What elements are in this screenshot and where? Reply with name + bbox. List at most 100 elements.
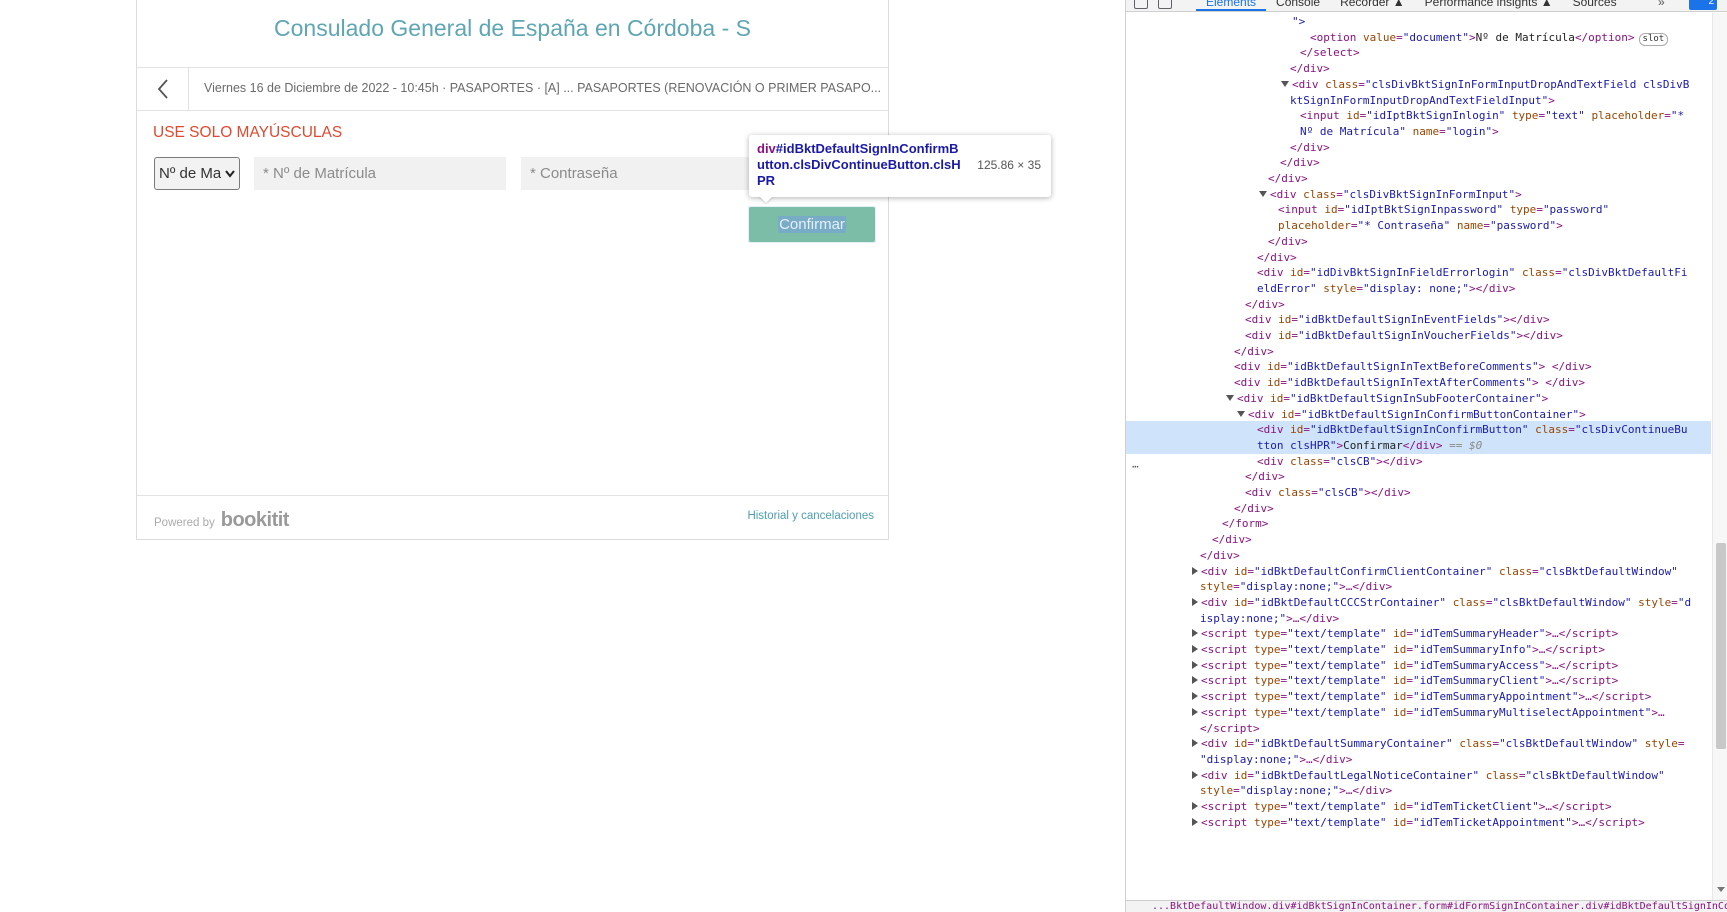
dom-node-line[interactable]: </div> xyxy=(1126,500,1711,517)
chevron-left-icon xyxy=(157,79,168,99)
dom-node-line[interactable]: <div id="idBktDefaultConfirmClientContai… xyxy=(1126,563,1711,580)
dom-node-line[interactable]: <div class="clsCB"></div> xyxy=(1126,484,1711,501)
dom-node-line[interactable]: <script type="text/template" id="idTemSu… xyxy=(1126,704,1711,721)
dom-node-line[interactable]: <div class="clsDivBktSignInFormInput"> xyxy=(1126,186,1711,203)
dom-node-line[interactable]: style="display:none;">…</div> xyxy=(1126,578,1711,595)
dom-node-line[interactable]: <div id="idBktDefaultSignInConfirmButton… xyxy=(1126,421,1711,439)
dom-node-line[interactable]: </div> xyxy=(1126,468,1711,485)
devtools-toolbar: Elements Console Recorder ▲ Performance … xyxy=(1126,0,1727,12)
dom-node-line[interactable]: </select> xyxy=(1126,44,1711,61)
collapse-triangle-icon[interactable] xyxy=(1226,394,1234,401)
history-cancellations-link[interactable]: Historial y cancelaciones xyxy=(747,510,874,522)
expand-triangle-icon[interactable] xyxy=(1192,597,1198,606)
expand-triangle-icon[interactable] xyxy=(1192,645,1198,653)
expand-triangle-icon[interactable] xyxy=(1192,739,1198,748)
expand-triangle-icon[interactable] xyxy=(1192,660,1198,669)
dom-node-line[interactable]: <div id="idBktDefaultSignInEventFields">… xyxy=(1126,311,1711,328)
login-input[interactable] xyxy=(254,157,506,190)
expand-triangle-icon[interactable] xyxy=(1192,707,1198,716)
expand-triangle-icon[interactable] xyxy=(1192,770,1198,779)
collapse-triangle-icon[interactable] xyxy=(1281,80,1289,87)
dom-node-line[interactable]: </div> xyxy=(1126,547,1711,564)
dom-node-line[interactable]: Nº de Matrícula" name="login"> xyxy=(1126,123,1711,140)
dom-node-line[interactable]: </div> xyxy=(1126,170,1711,187)
confirm-button[interactable]: Confirmar xyxy=(749,207,875,242)
dom-node-line[interactable]: <script type="text/template" id="idTemSu… xyxy=(1126,625,1711,642)
expand-triangle-icon[interactable] xyxy=(1192,676,1198,685)
dom-node-line[interactable]: </div> xyxy=(1126,343,1711,360)
dom-node-line[interactable]: <div id="idBktDefaultSignInConfirmButton… xyxy=(1126,406,1711,423)
tab-performance-insights[interactable]: Performance insights ▲ xyxy=(1415,0,1563,11)
dom-node-line[interactable]: <div id="idBktDefaultSummaryContainer" c… xyxy=(1126,735,1711,752)
expand-triangle-icon[interactable] xyxy=(1192,817,1198,826)
bookitit-logo[interactable]: bookitit xyxy=(221,509,290,532)
dom-node-line[interactable]: <script type="text/template" id="idTemSu… xyxy=(1126,657,1711,674)
collapse-triangle-icon[interactable] xyxy=(1259,190,1267,197)
dom-node-line[interactable]: <input id="idIptBktSignInlogin" type="te… xyxy=(1126,107,1711,124)
collapse-triangle-icon[interactable] xyxy=(1237,410,1245,417)
document-type-value: Nº de Matrícula xyxy=(159,165,221,182)
dom-node-line[interactable]: placeholder="* Contraseña" name="passwor… xyxy=(1126,217,1711,234)
dom-node-line[interactable]: eldError" style="display: none;"></div> xyxy=(1126,280,1711,297)
appointment-info-bar: Viernes 16 de Diciembre de 2022 - 10:45h… xyxy=(137,68,888,110)
tab-recorder[interactable]: Recorder ▲ xyxy=(1330,0,1415,11)
dom-node-line[interactable]: isplay:none;">…</div> xyxy=(1126,610,1711,627)
dom-node-line[interactable]: <div id="idDivBktSignInFieldErrorlogin" … xyxy=(1126,264,1711,281)
expand-triangle-icon[interactable] xyxy=(1192,802,1198,810)
divider xyxy=(137,110,888,111)
dom-node-line[interactable]: <script type="text/template" id="idTemSu… xyxy=(1126,641,1711,658)
dom-node-line[interactable]: <div id="idBktDefaultSignInVoucherFields… xyxy=(1126,327,1711,344)
dom-node-line[interactable]: <script type="text/template" id="idTemSu… xyxy=(1126,672,1711,689)
more-tabs-button[interactable]: » xyxy=(1658,0,1665,9)
dom-node-line[interactable]: </div> xyxy=(1126,139,1711,156)
dom-node-line[interactable]: </div> xyxy=(1126,233,1711,250)
dom-node-line[interactable]: style="display:none;">…</div> xyxy=(1126,782,1711,799)
web-page: Consulado General de España en Córdoba -… xyxy=(0,0,1125,912)
dom-node-line[interactable]: <div id="idBktDefaultSignInTextBeforeCom… xyxy=(1126,358,1711,375)
dom-node-line[interactable]: <div class="clsCB"></div> xyxy=(1126,453,1711,470)
dom-breadcrumb[interactable]: ...BktDefaultWindow.div#idBktSignInConta… xyxy=(1126,900,1727,912)
dom-node-line[interactable]: <option value="document">Nº de Matrícula… xyxy=(1126,29,1711,46)
dom-node-line[interactable]: "display:none;">…</div> xyxy=(1126,751,1711,768)
dom-node-line[interactable]: <div id="idBktDefaultCCCStrContainer" cl… xyxy=(1126,594,1711,611)
dom-node-line[interactable]: </div> xyxy=(1126,249,1711,266)
dom-node-line[interactable]: </div> xyxy=(1126,60,1711,77)
dom-node-line[interactable]: <script type="text/template" id="idTemTi… xyxy=(1126,814,1711,831)
document-type-select[interactable]: Nº de Matrícula xyxy=(154,157,240,190)
dom-node-line[interactable]: <div class="clsDivBktSignInFormInputDrop… xyxy=(1126,76,1711,93)
tab-console[interactable]: Console xyxy=(1266,0,1330,11)
dom-node-line[interactable]: tton clsHPR">Confirmar</div> == $0 xyxy=(1126,436,1711,454)
back-button[interactable] xyxy=(137,68,189,110)
expand-triangle-icon[interactable] xyxy=(1192,629,1198,638)
dom-node-line[interactable]: </div> xyxy=(1126,531,1711,548)
expand-triangle-icon[interactable] xyxy=(1192,692,1198,701)
tab-elements[interactable]: Elements xyxy=(1196,0,1267,11)
dom-node-line[interactable]: <div id="idBktDefaultLegalNoticeContaine… xyxy=(1126,767,1711,784)
scrollbar-thumb[interactable] xyxy=(1716,543,1726,749)
dom-node-line[interactable]: </script> xyxy=(1126,720,1711,737)
appointment-info-text: Viernes 16 de Diciembre de 2022 - 10:45h… xyxy=(204,81,882,95)
more-actions-icon[interactable]: ⋯ xyxy=(1132,460,1139,473)
tab-sources[interactable]: Sources xyxy=(1563,0,1627,11)
dom-node-line[interactable]: <script type="text/template" id="idTemTi… xyxy=(1126,798,1711,815)
inspect-element-icon[interactable] xyxy=(1134,0,1148,9)
issues-badge[interactable]: 2 xyxy=(1689,0,1717,10)
device-toolbar-icon[interactable] xyxy=(1158,0,1172,9)
tooltip-tag: div xyxy=(757,141,776,156)
dom-tree[interactable]: "> <option value="document">Nº de Matrícu… xyxy=(1126,13,1711,900)
tooltip-selector-text: #idBktDefaultSignInConfirmButton.clsDivC… xyxy=(757,141,961,188)
dom-node-line[interactable]: </div> xyxy=(1126,296,1711,313)
scroll-down-icon[interactable] xyxy=(1717,887,1725,892)
tooltip-selector: div#idBktDefaultSignInConfirmButton.clsD… xyxy=(757,141,963,189)
dom-node-line[interactable]: <input id="idIptBktSignInpassword" type=… xyxy=(1126,201,1711,218)
dom-node-line[interactable]: <div id="idBktDefaultSignInTextAfterComm… xyxy=(1126,374,1711,391)
dom-node-line[interactable]: ktSignInFormInputDropAndTextFieldInput"> xyxy=(1126,92,1711,109)
dom-node-line[interactable]: <div id="idBktDefaultSignInSubFooterCont… xyxy=(1126,390,1711,407)
dom-node-line[interactable]: </form> xyxy=(1126,515,1711,532)
dom-node-line[interactable]: "> xyxy=(1126,13,1711,30)
expand-triangle-icon[interactable] xyxy=(1192,566,1198,575)
dom-node-line[interactable]: <script type="text/template" id="idTemSu… xyxy=(1126,688,1711,705)
password-input[interactable] xyxy=(521,157,773,190)
dom-node-line[interactable]: </div> xyxy=(1126,154,1711,171)
dom-tree-scrollbar[interactable] xyxy=(1712,13,1727,900)
